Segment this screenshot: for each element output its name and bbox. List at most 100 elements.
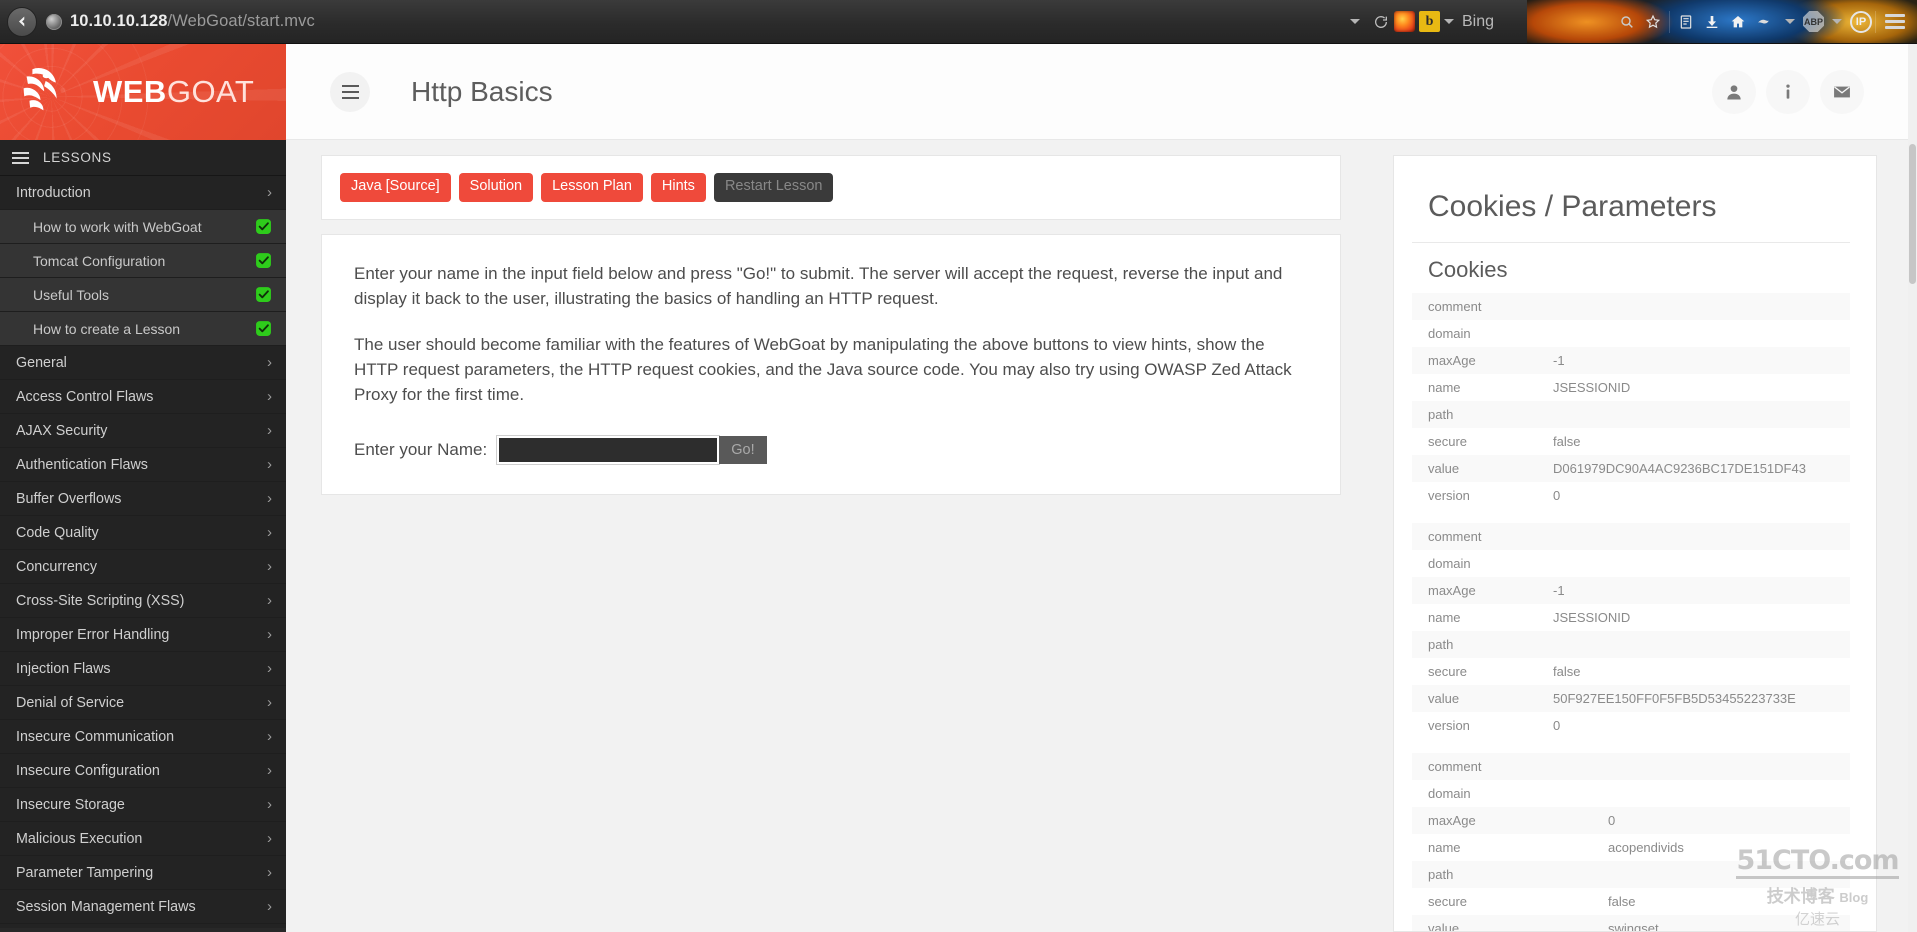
chevron-right-icon: › bbox=[267, 626, 272, 643]
chevron-right-icon: › bbox=[267, 864, 272, 881]
sidebar-item-denial-of-service[interactable]: Denial of Service › bbox=[0, 686, 286, 720]
sidebar-item-label: Useful Tools bbox=[33, 286, 110, 303]
sidebar-item-ajax-security[interactable]: AJAX Security › bbox=[0, 414, 286, 448]
table-row: domain bbox=[1412, 320, 1850, 347]
lesson-toolbar-card: Java [Source] Solution Lesson Plan Hints Res… bbox=[321, 155, 1341, 220]
sidebar-item-code-quality[interactable]: Code Quality › bbox=[0, 516, 286, 550]
back-button[interactable] bbox=[7, 6, 37, 37]
plugin-button[interactable] bbox=[1751, 9, 1777, 35]
sidebar-item-general[interactable]: General › bbox=[0, 346, 286, 380]
sidebar-item-insecure-storage[interactable]: Insecure Storage › bbox=[0, 788, 286, 822]
search-engine-selector[interactable]: b Bing bbox=[1393, 11, 1494, 32]
cookies-tables: comment domain maxAge -1 name JSESSIONID path s… bbox=[1412, 293, 1850, 931]
cookie-key: comment bbox=[1412, 753, 1592, 780]
chevron-right-icon: › bbox=[267, 694, 272, 711]
sidebar-item-access-control-flaws[interactable]: Access Control Flaws › bbox=[0, 380, 286, 414]
user-button[interactable] bbox=[1712, 69, 1756, 114]
brand-header[interactable]: WEBGOAT bbox=[0, 44, 286, 140]
lesson-plan-button[interactable]: Lesson Plan bbox=[541, 173, 643, 202]
sidebar: WEBGOAT LESSONS Introduction › How to work… bbox=[0, 44, 286, 932]
abp-dropdown[interactable] bbox=[1824, 9, 1850, 35]
info-button[interactable] bbox=[1766, 69, 1810, 114]
cookie-key: secure bbox=[1428, 894, 1468, 909]
sidebar-item-improper-error-handling[interactable]: Improper Error Handling › bbox=[0, 618, 286, 652]
url-host: 10.10.10.128 bbox=[70, 12, 168, 30]
search-button[interactable] bbox=[1614, 9, 1640, 35]
sidebar-item-label: Concurrency bbox=[16, 558, 98, 575]
sidebar-item-authentication-flaws[interactable]: Authentication Flaws › bbox=[0, 448, 286, 482]
mail-button[interactable] bbox=[1820, 69, 1864, 114]
scrollbar-thumb[interactable] bbox=[1909, 144, 1916, 284]
hamburger-menu-icon[interactable] bbox=[1885, 14, 1905, 29]
sidebar-item-insecure-communication[interactable]: Insecure Communication › bbox=[0, 720, 286, 754]
chevron-right-icon: › bbox=[267, 762, 272, 779]
bookmark-button[interactable] bbox=[1640, 9, 1666, 35]
urlbar-dropdown-button[interactable] bbox=[1342, 9, 1368, 35]
sidebar-item-how-to-create-a-lesson[interactable]: How to create a Lesson bbox=[0, 312, 286, 346]
cookie-value: false bbox=[1553, 664, 1581, 679]
search-icon bbox=[1621, 15, 1633, 28]
sidebar-toggle-button[interactable] bbox=[330, 71, 370, 112]
library-button[interactable] bbox=[1673, 9, 1699, 35]
lesson-completed-check-icon bbox=[256, 287, 271, 302]
adblock-plus-icon[interactable]: ABP bbox=[1803, 11, 1824, 32]
lessons-bar[interactable]: LESSONS bbox=[0, 140, 286, 176]
sidebar-item-useful-tools[interactable]: Useful Tools bbox=[0, 278, 286, 312]
table-row: name JSESSIONID bbox=[1412, 374, 1850, 401]
cookie-value: false bbox=[1608, 894, 1636, 909]
name-input[interactable] bbox=[496, 435, 721, 466]
lesson-content-card: Enter your name in the input field below… bbox=[321, 233, 1341, 496]
sidebar-item-label: Access Control Flaws bbox=[16, 388, 154, 405]
downloads-button[interactable] bbox=[1699, 9, 1725, 35]
cookie-table: comment domain maxAge -1 name JSESSIONID path s… bbox=[1412, 523, 1850, 739]
app-header: Http Basics bbox=[286, 44, 1917, 140]
sidebar-item-malicious-execution[interactable]: Malicious Execution › bbox=[0, 822, 286, 856]
chevron-right-icon: › bbox=[267, 898, 272, 915]
sidebar-item-label: Cross-Site Scripting (XSS) bbox=[16, 592, 185, 609]
cookie-key: secure bbox=[1428, 664, 1468, 679]
sidebar-item-insecure-configuration[interactable]: Insecure Configuration › bbox=[0, 754, 286, 788]
sidebar-item-web-services[interactable]: Web Services› bbox=[0, 924, 286, 928]
chevron-right-icon: › bbox=[267, 796, 272, 813]
sidebar-item-concurrency[interactable]: Concurrency › bbox=[0, 550, 286, 584]
brand-title: WEBGOAT bbox=[93, 74, 254, 110]
go-button[interactable]: Go! bbox=[719, 436, 767, 465]
sidebar-item-parameter-tampering[interactable]: Parameter Tampering › bbox=[0, 856, 286, 890]
bookmark-star-icon bbox=[1645, 14, 1661, 28]
reload-button[interactable] bbox=[1368, 9, 1394, 35]
table-row: name JSESSIONID bbox=[1412, 604, 1850, 631]
sidebar-item-label: Introduction bbox=[16, 184, 91, 201]
cookie-value: 50F927EE150FF0F5FB5D53455223733E bbox=[1537, 685, 1850, 712]
ip-address-icon[interactable]: IP bbox=[1850, 10, 1872, 33]
cookie-value: 0 bbox=[1553, 488, 1561, 503]
library-icon bbox=[1680, 14, 1692, 29]
sidebar-item-label: Code Quality bbox=[16, 524, 99, 541]
table-row: path bbox=[1412, 401, 1850, 428]
table-row: comment bbox=[1412, 523, 1850, 550]
plugin-dropdown[interactable] bbox=[1777, 9, 1803, 35]
cookie-key: value bbox=[1412, 685, 1537, 712]
sidebar-item-introduction[interactable]: Introduction › bbox=[0, 176, 286, 210]
cookie-key: secure bbox=[1428, 434, 1468, 449]
home-button[interactable] bbox=[1725, 9, 1751, 35]
sidebar-item-session-management-flaws[interactable]: Session Management Flaws › bbox=[0, 890, 286, 924]
chevron-right-icon: › bbox=[267, 456, 272, 473]
chevron-down-icon bbox=[1832, 19, 1842, 24]
cookie-key: path bbox=[1412, 401, 1537, 428]
sidebar-item-how-to-work-with-webgoat[interactable]: How to work with WebGoat bbox=[0, 210, 286, 244]
lesson-completed-check-icon bbox=[256, 253, 271, 268]
cookie-table: comment domain maxAge -1 name JSESSIONID path s… bbox=[1412, 293, 1850, 509]
url-bar[interactable]: 10.10.10.128/WebGoat/start.mvc bbox=[70, 12, 315, 31]
hints-button[interactable]: Hints bbox=[650, 173, 706, 202]
table-row: domain bbox=[1412, 550, 1850, 577]
sidebar-item-cross-site-scripting-xss[interactable]: Cross-Site Scripting (XSS) › bbox=[0, 584, 286, 618]
sidebar-item-tomcat-configuration[interactable]: Tomcat Configuration bbox=[0, 244, 286, 278]
url-path: /WebGoat/start.mvc bbox=[167, 12, 315, 30]
java-source-button[interactable]: Java [Source] bbox=[340, 173, 451, 202]
chevron-down-icon bbox=[1785, 19, 1795, 24]
sidebar-item-label: Tomcat Configuration bbox=[33, 252, 166, 269]
sidebar-item-injection-flaws[interactable]: Injection Flaws › bbox=[0, 652, 286, 686]
solution-button[interactable]: Solution bbox=[458, 173, 534, 202]
page-scrollbar[interactable] bbox=[1908, 44, 1917, 932]
sidebar-item-buffer-overflows[interactable]: Buffer Overflows › bbox=[0, 482, 286, 516]
